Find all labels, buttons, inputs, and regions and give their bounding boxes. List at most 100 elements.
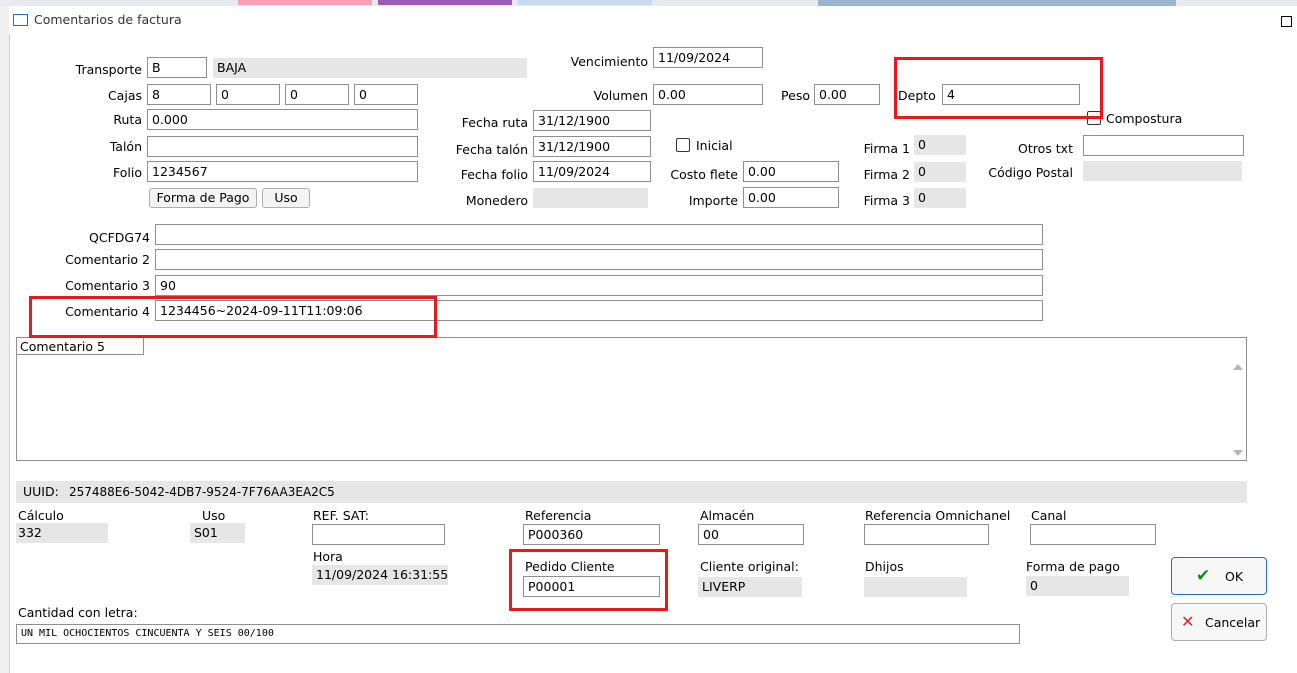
close-icon: ✕ — [1181, 612, 1195, 631]
uuid-label: UUID: — [23, 484, 59, 499]
ruta-label: Ruta — [113, 112, 142, 127]
importe-input[interactable]: 0.00 — [743, 187, 839, 208]
cajas-input-4[interactable]: 0 — [354, 84, 418, 105]
comentario2-label: Comentario 2 — [65, 252, 150, 267]
costo-flete-label: Costo flete — [670, 167, 738, 182]
firma3-field: 0 — [914, 188, 966, 208]
cliente-original-label: Cliente original: — [700, 559, 799, 574]
talon-label: Talón — [109, 139, 142, 154]
highlight-depto — [894, 57, 1103, 119]
almacen-label: Almacén — [700, 508, 755, 523]
ref-sat-label: REF. SAT: — [313, 508, 369, 523]
hora-field: 11/09/2024 16:31:55 — [312, 565, 448, 585]
codigo-postal-field — [1083, 161, 1242, 181]
codigo-postal-label: Código Postal — [988, 165, 1073, 180]
firma2-field: 0 — [914, 162, 966, 182]
peso-label: Peso — [781, 88, 810, 103]
forma-de-pago-button[interactable]: Forma de Pago — [149, 188, 257, 208]
scroll-up-icon[interactable] — [1233, 364, 1243, 370]
fecha-ruta-input[interactable]: 31/12/1900 — [533, 110, 651, 131]
firma3-label: Firma 3 — [863, 193, 910, 208]
fecha-folio-input[interactable]: 11/09/2024 — [533, 161, 651, 182]
almacen-input[interactable]: 00 — [698, 524, 804, 545]
transporte-name-field: BAJA — [213, 58, 527, 78]
highlight-pedido-cliente — [509, 549, 668, 611]
monedero-field — [533, 188, 648, 208]
referencia-omnichanel-label: Referencia Omnichanel — [865, 508, 1011, 523]
dialog-titlebar: Comentarios de factura — [9, 6, 1297, 34]
highlight-comentario4 — [29, 296, 437, 338]
window-icon — [13, 14, 28, 26]
background-tab-3 — [518, 0, 652, 5]
comentario3-label: Comentario 3 — [65, 278, 150, 293]
cajas-input-2[interactable]: 0 — [216, 84, 280, 105]
uso-button[interactable]: Uso — [262, 188, 310, 208]
comentario3-input[interactable]: 90 — [155, 275, 1043, 296]
window-title: Comentarios de factura — [34, 12, 182, 27]
otros-txt-label: Otros txt — [1018, 141, 1073, 156]
cajas-input-1[interactable]: 8 — [147, 84, 211, 105]
uso-field: S01 — [190, 523, 245, 543]
peso-input[interactable]: 0.00 — [814, 84, 880, 105]
referencia-omnichanel-input[interactable] — [864, 524, 989, 545]
transporte-label: Transporte — [75, 62, 142, 77]
hora-label: Hora — [313, 549, 343, 564]
vencimiento-input[interactable]: 11/09/2024 — [653, 47, 763, 68]
calculo-field: 332 — [16, 523, 108, 543]
cajas-label: Cajas — [107, 88, 142, 103]
cantidad-letra-label: Cantidad con letra: — [18, 605, 138, 620]
monedero-label: Monedero — [465, 193, 528, 208]
dhijos-label: Dhijos — [865, 559, 904, 574]
comentario5-label: Comentario 5 — [17, 338, 144, 355]
vencimiento-label: Vencimiento — [570, 54, 648, 69]
compostura-label: Compostura — [1106, 111, 1183, 126]
folio-input[interactable]: 1234567 — [147, 161, 418, 182]
memo-scrollbar[interactable] — [1229, 355, 1246, 460]
maximize-icon[interactable] — [1281, 16, 1292, 27]
checkmark-icon: ✔ — [1196, 566, 1211, 586]
cancel-button[interactable]: ✕ Cancelar — [1171, 603, 1267, 641]
uuid-value: 257488E6-5042-4DB7-9524-7F76AA3EA2C5 — [69, 485, 335, 499]
importe-label: Importe — [688, 193, 738, 208]
background-tab-2 — [378, 0, 512, 5]
ref-sat-input[interactable] — [312, 524, 445, 545]
inicial-checkbox[interactable] — [676, 138, 690, 152]
ok-button[interactable]: ✔ OK — [1171, 557, 1267, 595]
otros-txt-input[interactable] — [1083, 135, 1244, 156]
qcfdg74-label: QCFDG74 — [89, 230, 150, 245]
talon-input[interactable] — [147, 136, 418, 157]
fecha-talon-input[interactable]: 31/12/1900 — [533, 136, 651, 157]
referencia-label: Referencia — [525, 508, 592, 523]
cantidad-letra-input[interactable]: UN MIL OCHOCIENTOS CINCUENTA Y SEIS 00/1… — [16, 624, 1020, 644]
firma2-label: Firma 2 — [863, 167, 910, 182]
fecha-talon-label: Fecha talón — [455, 142, 528, 157]
scroll-down-icon[interactable] — [1233, 450, 1243, 456]
comentario2-input[interactable] — [155, 249, 1043, 270]
background-tab-1 — [238, 0, 372, 5]
ruta-input[interactable]: 0.000 — [147, 109, 418, 130]
volumen-input[interactable]: 0.00 — [653, 84, 763, 105]
canal-label: Canal — [1031, 508, 1067, 523]
fecha-ruta-label: Fecha ruta — [461, 115, 528, 130]
costo-flete-input[interactable]: 0.00 — [743, 161, 839, 182]
dhijos-field — [864, 577, 967, 597]
cancel-label: Cancelar — [1205, 615, 1261, 630]
qcfdg74-input[interactable] — [155, 224, 1043, 245]
firma1-field: 0 — [914, 135, 966, 155]
canal-input[interactable] — [1030, 524, 1156, 545]
volumen-label: Volumen — [593, 88, 648, 103]
forma-de-pago-field: 0 — [1026, 576, 1129, 596]
forma-de-pago-label: Forma de pago — [1026, 559, 1120, 574]
fecha-folio-label: Fecha folio — [460, 167, 528, 182]
firma1-label: Firma 1 — [863, 141, 910, 156]
ok-label: OK — [1225, 569, 1244, 584]
referencia-input[interactable]: P000360 — [523, 524, 660, 545]
transporte-code-input[interactable]: B — [147, 57, 207, 78]
folio-label: Folio — [113, 165, 142, 180]
comentario5-memo[interactable]: Comentario 5 — [16, 337, 1247, 461]
background-app-strip — [0, 0, 10, 673]
uuid-bar: UUID: 257488E6-5042-4DB7-9524-7F76AA3EA2… — [16, 481, 1247, 503]
inicial-label: Inicial — [696, 138, 733, 153]
cajas-input-3[interactable]: 0 — [285, 84, 349, 105]
cliente-original-field: LIVERP — [698, 577, 802, 597]
